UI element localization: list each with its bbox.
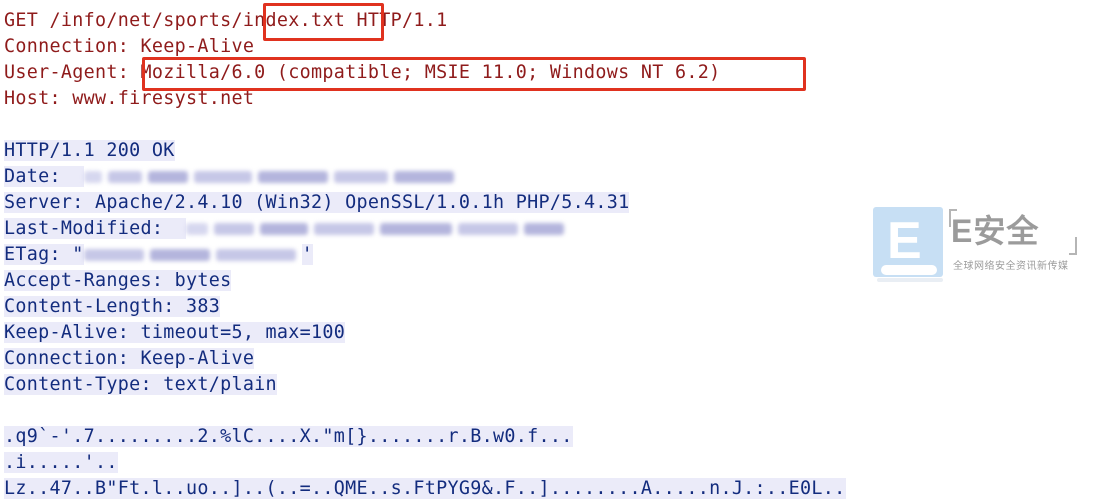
- highlight-box-user-agent: [142, 57, 806, 91]
- redacted-value: [83, 249, 144, 261]
- watermark-subtitle: 全球网络安全资讯新传媒: [953, 261, 1069, 272]
- redacted-value: [257, 171, 328, 183]
- redacted-value: [393, 171, 454, 183]
- redacted-value: [215, 249, 296, 261]
- response-header-last-modified: Last-Modified:: [4, 217, 570, 241]
- response-body-line: .q9`-'.7.........2.%lC....X."m[}.......r…: [4, 426, 573, 447]
- redacted-value: [259, 223, 308, 235]
- request-header-connection: Connection: Keep-Alive: [4, 36, 255, 57]
- redacted-value: [185, 223, 208, 235]
- response-header-content-length: Content-Length: 383: [4, 296, 221, 317]
- watermark-title: E安全: [951, 213, 1040, 249]
- response-header-connection: Connection: Keep-Alive: [4, 348, 255, 369]
- response-header-content-type: Content-Type: text/plain: [4, 374, 277, 395]
- redacted-value: [523, 223, 564, 235]
- highlight-box-filename: [263, 3, 384, 41]
- redacted-value: [457, 223, 518, 235]
- response-header-keep-alive: Keep-Alive: timeout=5, max=100: [4, 322, 346, 343]
- redacted-value: [149, 249, 210, 261]
- logo-mark-icon: E: [873, 207, 943, 277]
- redacted-value: [213, 223, 254, 235]
- response-body-line: .i.....'..: [4, 452, 118, 473]
- redacted-value: [333, 171, 388, 183]
- redacted-value: [147, 171, 188, 183]
- response-header-date: Date:: [4, 165, 460, 189]
- response-body-line: Lz..47..B"Ft.l..uo..]..(..=..QME..s.FtPY…: [4, 478, 846, 499]
- response-header-server: Server: Apache/2.4.10 (Win32) OpenSSL/1.…: [4, 192, 630, 213]
- redacted-value: [193, 171, 252, 183]
- redacted-value: [379, 223, 452, 235]
- redacted-value: [83, 171, 102, 183]
- watermark-logo: E E安全 全球网络安全资讯新传媒: [873, 207, 1095, 287]
- response-header-accept-ranges: Accept-Ranges: bytes: [4, 270, 232, 291]
- redacted-value: [107, 171, 142, 183]
- response-header-etag: ETag: " ': [4, 244, 313, 265]
- redacted-value: [313, 223, 374, 235]
- response-status-line: HTTP/1.1 200 OK: [4, 140, 175, 161]
